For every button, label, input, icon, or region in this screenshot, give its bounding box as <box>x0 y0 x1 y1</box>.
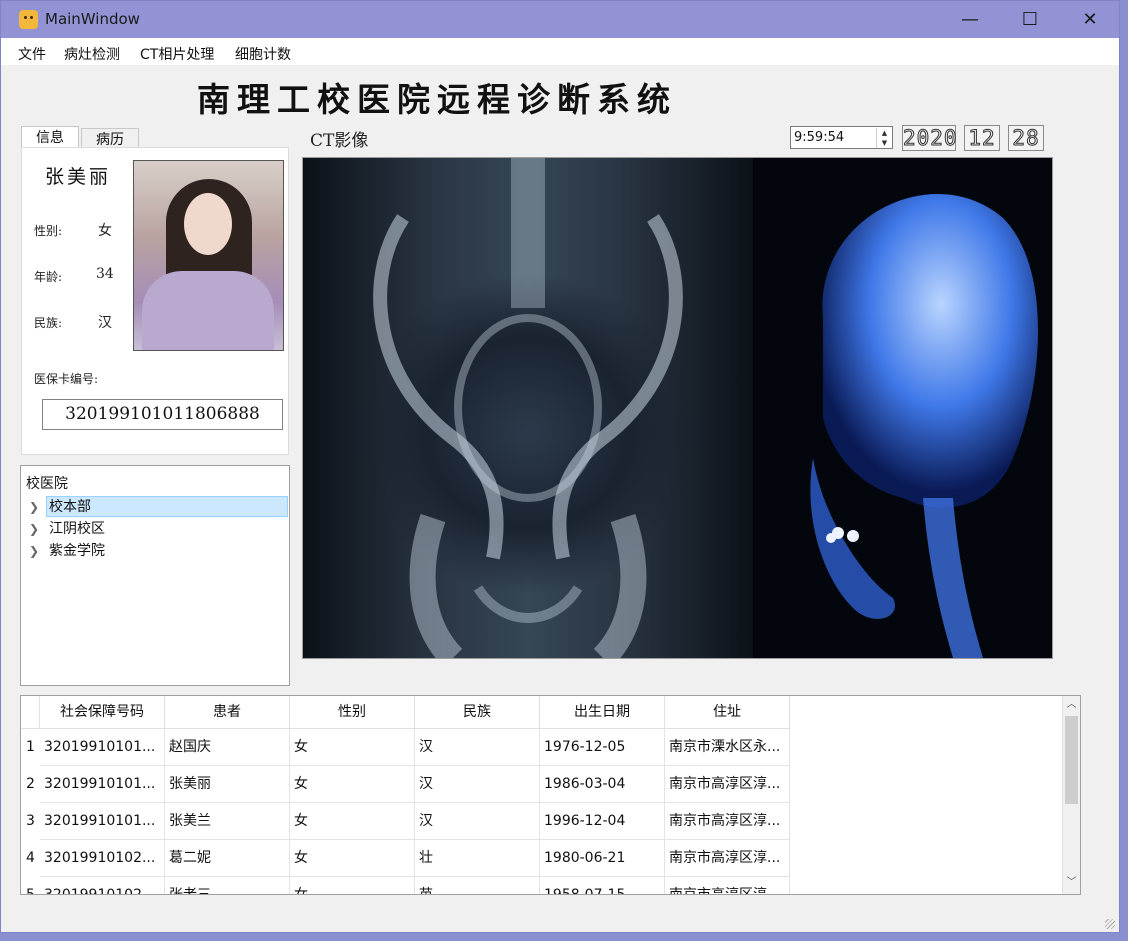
patient-photo <box>133 160 284 351</box>
cell-ssn[interactable]: 32019910101... <box>40 729 165 766</box>
col-header-gender[interactable]: 性别 <box>290 696 415 729</box>
window-title: MainWindow <box>45 10 140 28</box>
patient-name: 张美丽 <box>45 166 112 188</box>
scroll-up-icon[interactable]: ︿ <box>1063 696 1080 714</box>
cell-birthdate[interactable]: 1958-07-15 <box>540 877 665 894</box>
table-row[interactable]: 32019910101... 张美丽女汉 1986-03-04 南京市高淳区淳... <box>40 766 790 803</box>
spin-down-icon[interactable]: ▼ <box>876 138 892 148</box>
age-value: 34 <box>96 266 114 282</box>
lcd-day: 28 <box>1008 125 1044 151</box>
table-row[interactable]: 32019910102... 葛二妮女壮 1980-06-21 南京市高淳区淳... <box>40 840 790 877</box>
spin-up-icon[interactable]: ▲ <box>876 128 892 138</box>
cell-patient[interactable]: 葛二妮 <box>165 840 290 877</box>
table-row[interactable]: 32019910101... 张美兰女汉 1996-12-04 南京市高淳区淳... <box>40 803 790 840</box>
scroll-down-icon[interactable]: ﹀ <box>1063 874 1080 892</box>
ct-title: CT影像 <box>310 131 369 151</box>
cell-ssn[interactable]: 32019910101... <box>40 766 165 803</box>
tree-item-jiangyin-campus[interactable]: ❯ 江阴校区 <box>21 518 287 540</box>
cell-ethnicity[interactable]: 壮 <box>415 840 540 877</box>
lcd-year: 2020 <box>902 125 958 151</box>
time-spinbox[interactable]: 9:59:54 ▲ ▼ <box>790 126 893 149</box>
cell-patient[interactable]: 张美兰 <box>165 803 290 840</box>
table-corner[interactable] <box>21 696 40 729</box>
col-header-ethnicity[interactable]: 民族 <box>415 696 540 729</box>
ethnicity-label: 民族: <box>34 316 63 330</box>
cell-address[interactable]: 南京市高淳区淳... <box>665 840 790 877</box>
col-header-address[interactable]: 住址 <box>665 696 790 729</box>
table-row[interactable]: 32019910101... 赵国庆女汉 1976-12-05 南京市溧水区永... <box>40 729 790 766</box>
cell-address[interactable]: 南京市高淳区淳... <box>665 803 790 840</box>
maximize-button[interactable]: ☐ <box>1001 1 1059 38</box>
col-header-patient[interactable]: 患者 <box>165 696 290 729</box>
cell-ethnicity[interactable]: 汉 <box>415 803 540 840</box>
menu-lesion-detection[interactable]: 病灶检测 <box>64 44 120 64</box>
scroll-thumb[interactable] <box>1065 716 1078 804</box>
app-cat-icon <box>19 10 38 29</box>
cell-address[interactable]: 南京市高淳区淳... <box>665 766 790 803</box>
row-number[interactable]: 2 <box>21 766 40 803</box>
pelvis-xray-image <box>303 158 753 658</box>
ethnicity-value: 汉 <box>98 315 112 331</box>
card-number-field[interactable]: 32019910101180688​8 <box>42 399 283 430</box>
col-header-birthdate[interactable]: 出生日期 <box>540 696 665 729</box>
card-number-label: 医保卡编号: <box>34 372 99 386</box>
row-number[interactable]: 3 <box>21 803 40 840</box>
cell-gender[interactable]: 女 <box>290 766 415 803</box>
cell-ethnicity[interactable]: 汉 <box>415 766 540 803</box>
title-bar[interactable]: MainWindow — ☐ ✕ <box>1 1 1119 38</box>
close-button[interactable]: ✕ <box>1061 1 1119 38</box>
hospital-tree: 校医院 ❯ 校本部 ❯ 江阴校区 ❯ 紫金学院 <box>20 465 290 686</box>
tree-item-zijin-college[interactable]: ❯ 紫金学院 <box>21 540 287 562</box>
cell-gender[interactable]: 女 <box>290 729 415 766</box>
tree-root[interactable]: 校医院 <box>26 473 68 493</box>
cell-address[interactable]: 南京市溧水区永... <box>665 729 790 766</box>
cell-birthdate[interactable]: 1980-06-21 <box>540 840 665 877</box>
chevron-right-icon[interactable]: ❯ <box>29 518 39 540</box>
gender-value: 女 <box>98 223 112 239</box>
cell-ssn[interactable]: 32019910102... <box>40 840 165 877</box>
table-scrollbar[interactable]: ︿ ﹀ <box>1062 696 1080 894</box>
age-label: 年龄: <box>34 270 63 284</box>
cell-address[interactable]: 南京市高淳区淳... <box>665 877 790 894</box>
table-row[interactable]: 32019910102... 张老三女苗 1958-07-15 南京市高淳区淳... <box>40 877 790 894</box>
col-header-ssn[interactable]: 社会保障号码 <box>40 696 165 729</box>
system-banner: 南理工校医院远程诊断系统 <box>197 80 677 119</box>
chevron-right-icon[interactable]: ❯ <box>29 496 39 518</box>
cell-ethnicity[interactable]: 汉 <box>415 729 540 766</box>
patient-info-panel: 张美丽 性别: 女 年龄: 34 民族: 汉 医保卡编号: 3201991010… <box>21 147 289 455</box>
gender-label: 性别: <box>34 224 63 238</box>
cell-patient[interactable]: 张老三 <box>165 877 290 894</box>
cell-gender[interactable]: 女 <box>290 803 415 840</box>
skull-xray-image <box>753 158 1052 658</box>
cell-gender[interactable]: 女 <box>290 877 415 894</box>
menu-cell-count[interactable]: 细胞计数 <box>235 44 291 64</box>
row-number[interactable]: 5 <box>21 877 40 894</box>
ct-image-viewer <box>302 157 1053 659</box>
tree-item-main-campus[interactable]: ❯ 校本部 <box>21 496 288 518</box>
row-number[interactable]: 4 <box>21 840 40 877</box>
main-window: MainWindow — ☐ ✕ 文件 病灶检测 CT相片处理 细胞计数 南理工… <box>0 0 1120 933</box>
lcd-month: 12 <box>964 125 1000 151</box>
cell-birthdate[interactable]: 1996-12-04 <box>540 803 665 840</box>
menu-bar: 文件 病灶检测 CT相片处理 细胞计数 <box>1 38 1119 65</box>
minimize-button[interactable]: — <box>941 1 999 38</box>
cell-patient[interactable]: 赵国庆 <box>165 729 290 766</box>
cell-ssn[interactable]: 32019910101... <box>40 803 165 840</box>
resize-grip-icon[interactable] <box>1105 919 1115 929</box>
cell-birthdate[interactable]: 1986-03-04 <box>540 766 665 803</box>
patient-table: 社会保障号码 患者 性别 民族 出生日期 住址 1 32019910101... 赵… <box>20 695 1081 895</box>
tab-info[interactable]: 信息 <box>21 126 79 149</box>
menu-file[interactable]: 文件 <box>18 44 46 64</box>
cell-ethnicity[interactable]: 苗 <box>415 877 540 894</box>
menu-ct-processing[interactable]: CT相片处理 <box>140 44 214 64</box>
cell-patient[interactable]: 张美丽 <box>165 766 290 803</box>
cell-birthdate[interactable]: 1976-12-05 <box>540 729 665 766</box>
cell-gender[interactable]: 女 <box>290 840 415 877</box>
cell-ssn[interactable]: 32019910102... <box>40 877 165 894</box>
row-number[interactable]: 1 <box>21 729 40 766</box>
chevron-right-icon[interactable]: ❯ <box>29 540 39 562</box>
time-value: 9:59:54 <box>794 130 845 145</box>
